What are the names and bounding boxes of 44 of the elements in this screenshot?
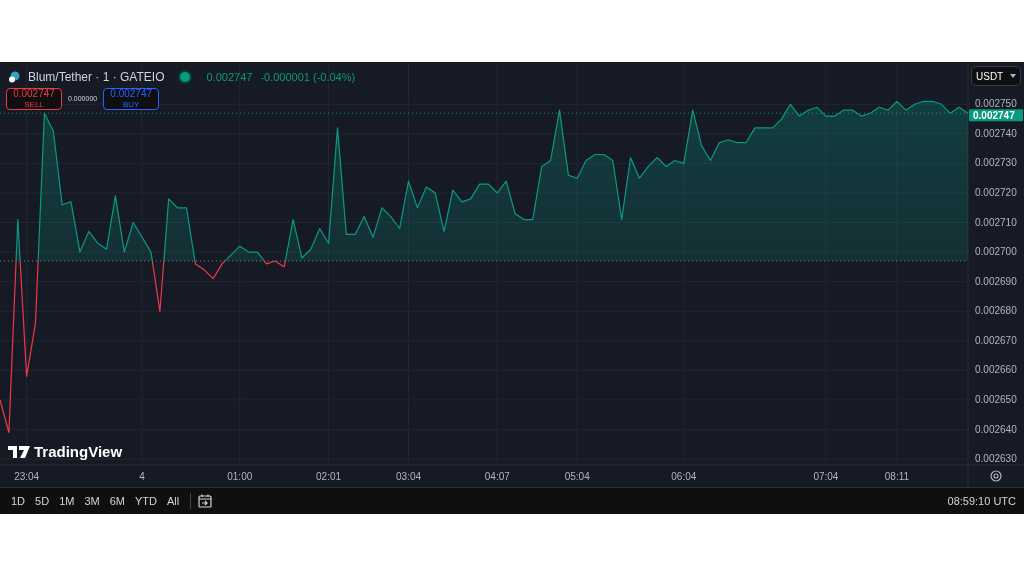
price-axis-label: 0.002680 <box>975 305 1017 317</box>
range-button[interactable]: All <box>161 492 185 510</box>
price-change: -0.000001 (-0.04%) <box>260 69 356 85</box>
coin-icon <box>8 71 20 83</box>
settings-icon[interactable] <box>990 470 1002 482</box>
time-axis-label: 01:00 <box>227 471 253 482</box>
calendar-icon[interactable] <box>197 493 214 509</box>
price-axis-label: 0.002720 <box>975 187 1017 198</box>
price-axis-label: 0.002710 <box>975 216 1017 228</box>
time-axis-label: 06:04 <box>671 471 697 482</box>
logo-icon <box>8 446 30 459</box>
time-axis-label: 23:04 <box>14 471 40 482</box>
sell-button[interactable]: 0.002747 SELL <box>6 88 62 110</box>
price-axis-label: 0.002750 <box>975 98 1017 110</box>
price-axis-label: 0.002640 <box>975 423 1017 435</box>
time-axis-label: 07:04 <box>813 471 839 482</box>
time-axis-label: 05:04 <box>564 471 590 482</box>
buy-button[interactable]: 0.002747 BUY <box>103 88 160 110</box>
time-axis-label: 04:07 <box>484 471 510 482</box>
last-price-tag: 0.002747 <box>969 109 1023 122</box>
range-button[interactable]: 6M <box>104 492 130 510</box>
price-axis-label: 0.002740 <box>975 127 1017 139</box>
range-button[interactable]: 5D <box>30 492 55 510</box>
currency-dropdown[interactable]: USDT <box>971 66 1021 86</box>
time-axis-label: 03:04 <box>396 471 422 482</box>
time-axis-label: 4 <box>139 471 145 482</box>
symbol-title: Blum/Tether · 1 · GATEIO <box>28 69 165 86</box>
range-button[interactable]: 1M <box>54 492 80 510</box>
price-axis-label: 0.002700 <box>975 246 1017 258</box>
range-button[interactable]: 3M <box>79 492 105 510</box>
price-axis-label: 0.002630 <box>975 453 1017 465</box>
caret-icon <box>1010 74 1016 78</box>
price-axis-label: 0.002670 <box>975 334 1017 346</box>
price-axis-label: 0.002690 <box>975 275 1017 287</box>
range-button[interactable]: 1D <box>6 492 31 510</box>
time-axis-label: 08:11 <box>884 471 910 482</box>
range-button[interactable]: YTD <box>129 492 162 510</box>
logo-text: TradingView <box>34 442 123 462</box>
last-price: 0.002747 <box>206 69 253 85</box>
utc-clock: 08:59:10 UTC <box>947 493 1017 509</box>
price-axis-label: 0.002730 <box>975 157 1017 169</box>
price-axis-label: 0.002650 <box>975 393 1017 405</box>
price-axis-label: 0.002660 <box>975 364 1017 376</box>
time-axis-label: 02:01 <box>316 471 342 482</box>
